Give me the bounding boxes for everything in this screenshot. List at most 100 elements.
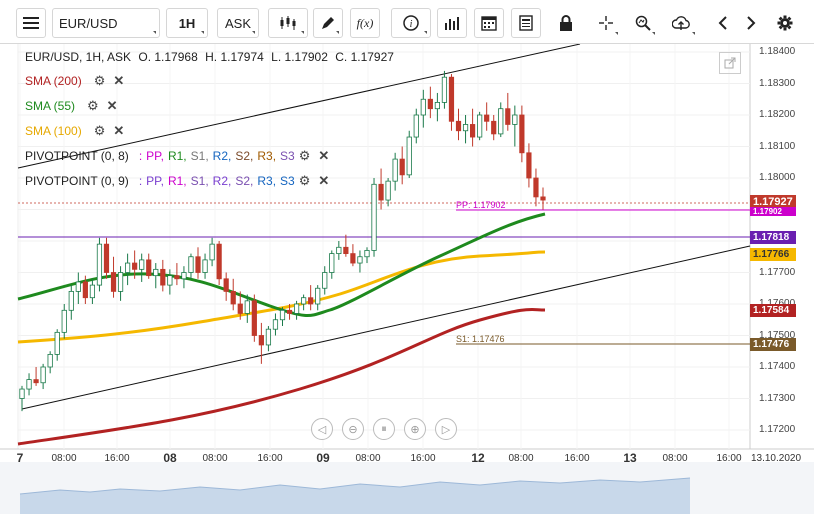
x-tick-label: 16:00 bbox=[564, 453, 590, 464]
candle-body bbox=[160, 268, 166, 286]
candle-body bbox=[223, 278, 229, 292]
scroll-left-button[interactable] bbox=[710, 8, 736, 38]
toolbar: EUR/USD 1H ASK f(x) i bbox=[0, 0, 814, 44]
pivot9-s2: S2, bbox=[235, 174, 254, 188]
candle-body bbox=[413, 114, 419, 138]
document-icon bbox=[519, 15, 533, 31]
candle-body bbox=[286, 309, 293, 314]
zoom-in-button[interactable]: ⊕ bbox=[404, 418, 426, 440]
candle-body bbox=[448, 76, 455, 122]
candle-body bbox=[491, 120, 497, 135]
legend-sma200[interactable]: SMA (200) ⚙ ✕ bbox=[25, 74, 124, 88]
settings-button[interactable] bbox=[772, 8, 798, 38]
gear-icon[interactable]: ⚙ bbox=[299, 149, 311, 162]
zoom-button[interactable] bbox=[628, 8, 658, 38]
crosshair-icon bbox=[599, 16, 613, 30]
cloud-upload-icon bbox=[672, 16, 690, 30]
candle-body bbox=[174, 275, 180, 280]
menu-icon[interactable] bbox=[16, 8, 46, 38]
timeframe-button[interactable]: 1H bbox=[166, 8, 208, 38]
pp-line-label: PP: 1.17902 bbox=[456, 200, 506, 210]
close-icon[interactable]: ✕ bbox=[318, 149, 329, 162]
price-type-button[interactable]: ASK bbox=[217, 8, 259, 38]
candle-body bbox=[512, 114, 518, 125]
scroll-right-button[interactable] bbox=[738, 8, 764, 38]
pivot9-label: PIVOTPOINT (0, 9) bbox=[25, 174, 129, 188]
nav-back-button[interactable]: ◁ bbox=[311, 418, 333, 440]
candle-body bbox=[47, 353, 53, 368]
candle-body bbox=[96, 243, 103, 286]
y-tick-label: 1.17300 bbox=[759, 392, 796, 404]
candlestick-icon bbox=[280, 16, 296, 30]
candle-body bbox=[427, 98, 433, 110]
pause-button[interactable]: ⏸ bbox=[373, 418, 395, 440]
calendar-icon bbox=[481, 16, 497, 31]
sma200-label: SMA (200) bbox=[25, 74, 82, 88]
pivot9-r2: R2, bbox=[212, 174, 232, 188]
candle-body bbox=[188, 256, 194, 273]
legend-pivot-9[interactable]: PIVOTPOINT (0, 9) : PP, R1, S1, R2, S2, … bbox=[25, 174, 329, 188]
x-tick-label: 13 bbox=[623, 451, 637, 465]
candle-body bbox=[82, 281, 88, 299]
candle-body bbox=[258, 335, 264, 346]
close-icon[interactable]: ✕ bbox=[318, 174, 329, 187]
symbol-selector[interactable]: EUR/USD bbox=[52, 8, 160, 38]
expand-icon bbox=[724, 57, 736, 69]
x-tick-label: 09 bbox=[316, 451, 330, 465]
candle-body bbox=[477, 114, 483, 138]
close-icon[interactable]: ✕ bbox=[113, 124, 124, 137]
legend-pivot-8[interactable]: PIVOTPOINT (0, 8) : PP, R1, S1, R2, S2, … bbox=[25, 149, 329, 163]
y-tick-label: 1.17700 bbox=[759, 266, 796, 278]
ohlc-close: C. 1.17927 bbox=[335, 50, 394, 64]
gear-icon[interactable]: ⚙ bbox=[94, 124, 106, 137]
caret-icon bbox=[153, 31, 156, 34]
candle-body bbox=[526, 152, 532, 179]
news-button[interactable] bbox=[511, 8, 541, 38]
caret-icon bbox=[652, 32, 655, 35]
gear-icon[interactable]: ⚙ bbox=[87, 99, 99, 112]
candle-body bbox=[519, 114, 525, 154]
pivot8-s1: S1, bbox=[190, 149, 209, 163]
x-tick-label: 16:00 bbox=[104, 453, 130, 464]
close-icon[interactable]: ✕ bbox=[107, 99, 118, 112]
price-tag-sma100: 1.17766 bbox=[750, 248, 796, 261]
ohlc-open: O. 1.17968 bbox=[138, 50, 198, 64]
candle-body bbox=[75, 281, 81, 292]
candle-body bbox=[343, 246, 349, 255]
candle-body bbox=[33, 379, 39, 384]
gear-icon[interactable]: ⚙ bbox=[299, 174, 311, 187]
expand-chart-button[interactable] bbox=[719, 52, 741, 74]
close-icon[interactable]: ✕ bbox=[113, 74, 124, 87]
chart-type-button[interactable] bbox=[268, 8, 308, 38]
timeframe-label: 1H bbox=[178, 15, 196, 31]
candle-body bbox=[132, 262, 138, 270]
sma100-label: SMA (100) bbox=[25, 124, 82, 138]
candle-body bbox=[26, 379, 32, 390]
legend-sma100[interactable]: SMA (100) ⚙ ✕ bbox=[25, 124, 124, 138]
candle-body bbox=[364, 250, 370, 258]
candle-body bbox=[498, 108, 504, 135]
indicators-button[interactable]: f(x) bbox=[350, 8, 380, 38]
info-button[interactable]: i bbox=[391, 8, 431, 38]
symbol-label: EUR/USD bbox=[59, 15, 118, 31]
candle-body bbox=[181, 272, 187, 280]
crosshair-button[interactable] bbox=[591, 8, 621, 38]
lock-button[interactable] bbox=[551, 8, 581, 38]
pivot8-label: PIVOTPOINT (0, 8) bbox=[25, 149, 129, 163]
upload-button[interactable] bbox=[664, 8, 698, 38]
calendar-button[interactable] bbox=[474, 8, 504, 38]
pivot9-s3: S3 bbox=[280, 174, 295, 188]
candle-body bbox=[441, 76, 448, 103]
candle-body bbox=[251, 300, 257, 336]
candle-body bbox=[216, 243, 222, 280]
nav-forward-button[interactable]: ▷ bbox=[435, 418, 457, 440]
candle-body bbox=[406, 136, 412, 176]
legend-sma55[interactable]: SMA (55) ⚙ ✕ bbox=[25, 99, 118, 113]
chart-area[interactable]: EUR/USD, 1H, ASK O. 1.17968 H. 1.17974 L… bbox=[0, 44, 814, 514]
gear-icon[interactable]: ⚙ bbox=[94, 74, 106, 87]
caret-icon bbox=[692, 32, 695, 35]
volume-button[interactable] bbox=[437, 8, 467, 38]
price-chart[interactable] bbox=[0, 44, 814, 514]
draw-tool-button[interactable] bbox=[313, 8, 343, 38]
zoom-out-button[interactable]: ⊖ bbox=[342, 418, 364, 440]
